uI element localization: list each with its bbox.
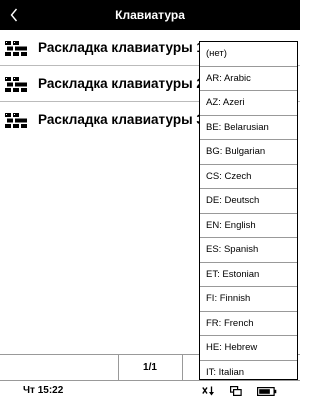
language-option[interactable]: BE: Belarusian <box>200 116 297 140</box>
clock: Чт 15:22 <box>23 385 64 396</box>
language-dropdown[interactable]: (нет) AR: Arabic AZ: Azeri BE: Belarusia… <box>199 41 298 380</box>
keyboard-icon <box>5 77 27 92</box>
language-option[interactable]: BG: Bulgarian <box>200 140 297 165</box>
language-option[interactable]: AZ: Azeri <box>200 91 297 116</box>
language-option[interactable]: CS: Czech <box>200 165 297 189</box>
language-option[interactable]: DE: Deutsch <box>200 189 297 214</box>
keyboard-icon <box>5 41 27 56</box>
language-option[interactable]: ET: Estonian <box>200 263 297 287</box>
status-bar: Чт 15:22 <box>0 380 300 400</box>
language-option[interactable]: IT: Italian <box>200 361 297 380</box>
task-switch-icon[interactable] <box>230 384 242 398</box>
page-title: Клавиатура <box>115 8 185 22</box>
battery-icon[interactable] <box>257 384 277 398</box>
language-option[interactable]: ES: Spanish <box>200 238 297 263</box>
pager-divider <box>182 355 183 381</box>
title-bar: Клавиатура <box>0 0 300 30</box>
layout-label: Раскладка клавиатуры 2 <box>38 76 204 91</box>
language-option[interactable]: HE: Hebrew <box>200 336 297 361</box>
layout-label: Раскладка клавиатуры 3 <box>38 112 204 127</box>
language-option[interactable]: AR: Arabic <box>200 67 297 91</box>
language-option[interactable]: (нет) <box>200 42 297 67</box>
language-option[interactable]: EN: English <box>200 214 297 238</box>
keyboard-icon <box>5 113 27 128</box>
page-indicator[interactable]: 1/1 <box>118 355 182 381</box>
language-option[interactable]: FR: French <box>200 312 297 336</box>
layout-label: Раскладка клавиатуры 1 <box>38 40 204 55</box>
wifi-off-icon[interactable] <box>202 384 215 398</box>
language-option[interactable]: FI: Finnish <box>200 287 297 312</box>
